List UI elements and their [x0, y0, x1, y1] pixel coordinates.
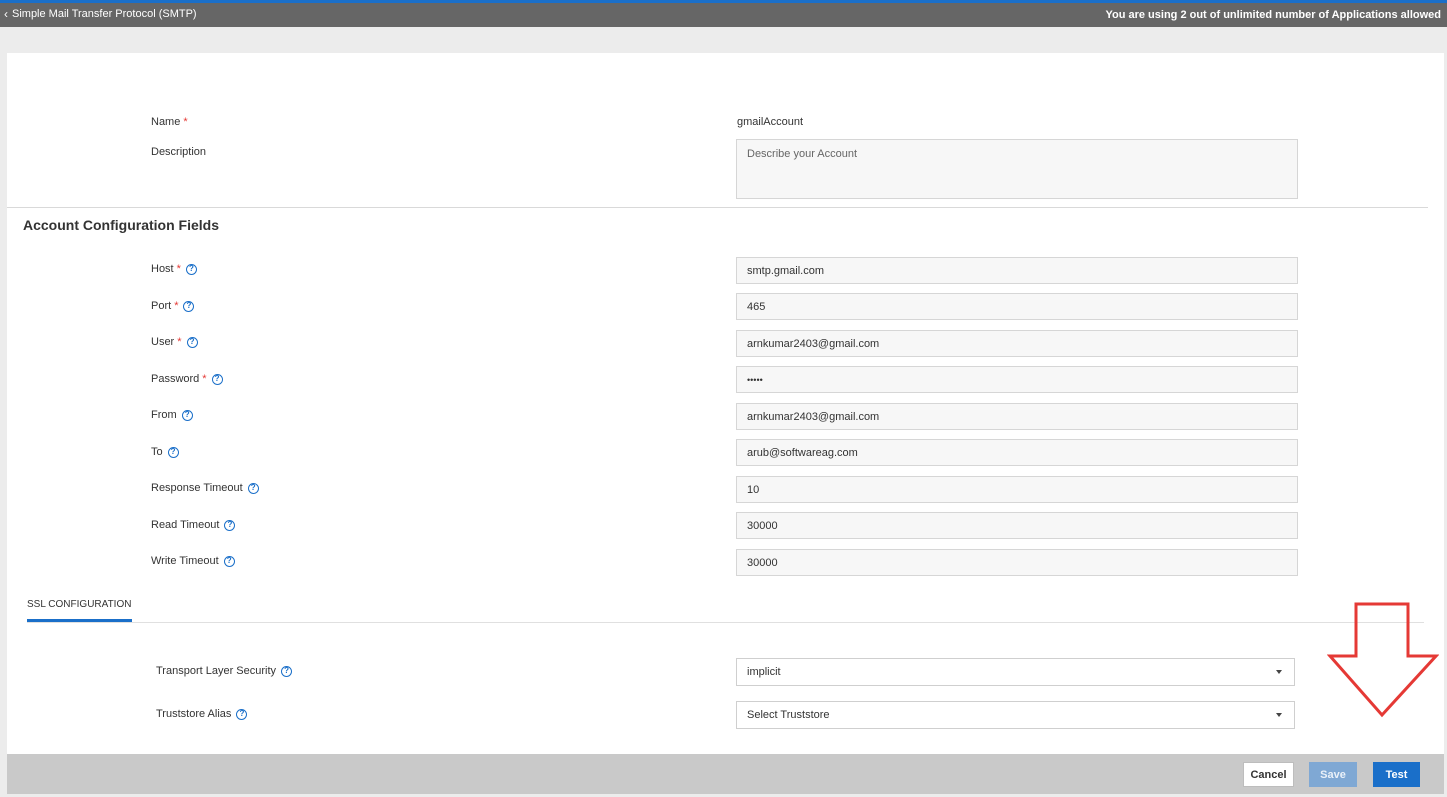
tab-divider — [27, 622, 1424, 623]
required-marker: * — [202, 373, 207, 385]
name-value: gmailAccount — [737, 116, 804, 128]
save-button[interactable]: Save — [1309, 762, 1357, 787]
help-circle-icon[interactable]: ? — [281, 665, 293, 677]
description-label: Description — [151, 146, 207, 158]
footer-bar: Cancel Save Test — [7, 754, 1444, 794]
test-button[interactable]: Test — [1373, 762, 1420, 787]
help-circle-icon[interactable]: ? — [186, 336, 198, 348]
required-marker: * — [176, 263, 181, 275]
port-label: Port * ? — [151, 300, 195, 312]
section-title: Account Configuration Fields — [23, 217, 219, 233]
account-form-panel: Name * gmailAccount Description Describe… — [7, 53, 1444, 754]
down-arrow-annotation — [1327, 602, 1439, 718]
help-circle-icon[interactable]: ? — [236, 708, 248, 720]
tab-ssl-configuration[interactable]: SSL CONFIGURATION — [27, 599, 131, 619]
help-circle-icon[interactable]: ? — [185, 263, 197, 275]
password-field[interactable]: ••••• — [736, 366, 1298, 393]
help-circle-icon[interactable]: ? — [211, 373, 223, 385]
required-marker: * — [183, 116, 188, 128]
cancel-button[interactable]: Cancel — [1243, 762, 1294, 787]
help-circle-icon[interactable]: ? — [223, 555, 235, 567]
required-marker: * — [177, 336, 182, 348]
response-timeout-label: Response Timeout ? — [151, 482, 259, 494]
required-marker: * — [174, 300, 179, 312]
from-field[interactable]: arnkumar2403@gmail.com — [736, 403, 1298, 430]
tls-label: Transport Layer Security ? — [156, 665, 293, 677]
help-circle-icon[interactable]: ? — [167, 446, 179, 458]
write-timeout-field[interactable]: 30000 — [736, 549, 1298, 576]
description-field[interactable]: Describe your Account — [736, 139, 1298, 199]
truststore-select[interactable]: Select Truststore — [736, 701, 1295, 729]
page-title: Simple Mail Transfer Protocol (SMTP) — [12, 8, 197, 20]
name-label: Name * — [151, 116, 188, 128]
help-circle-icon[interactable]: ? — [183, 300, 195, 312]
user-field[interactable]: arnkumar2403@gmail.com — [736, 330, 1298, 357]
header-bar: ‹ Simple Mail Transfer Protocol (SMTP) Y… — [0, 3, 1447, 27]
read-timeout-field[interactable]: 30000 — [736, 512, 1298, 539]
tls-select[interactable]: implicit — [736, 658, 1295, 686]
caret-down-icon — [1276, 670, 1282, 674]
back-link[interactable]: ‹ Simple Mail Transfer Protocol (SMTP) — [4, 8, 197, 20]
usage-notice: You are using 2 out of unlimited number … — [1105, 9, 1441, 21]
caret-down-icon — [1276, 713, 1282, 717]
from-label: From ? — [151, 409, 193, 421]
user-label: User * ? — [151, 336, 198, 348]
port-field[interactable]: 465 — [736, 293, 1298, 320]
write-timeout-label: Write Timeout ? — [151, 555, 235, 567]
host-field[interactable]: smtp.gmail.com — [736, 257, 1298, 284]
read-timeout-label: Read Timeout ? — [151, 519, 236, 531]
to-label: To ? — [151, 446, 179, 458]
help-circle-icon[interactable]: ? — [181, 409, 193, 421]
truststore-label: Truststore Alias ? — [156, 708, 248, 720]
response-timeout-field[interactable]: 10 — [736, 476, 1298, 503]
to-field[interactable]: arub@softwareag.com — [736, 439, 1298, 466]
help-circle-icon[interactable]: ? — [224, 519, 236, 531]
section-divider — [7, 207, 1428, 208]
chevron-left-icon: ‹ — [4, 7, 8, 21]
host-label: Host * ? — [151, 263, 197, 275]
help-circle-icon[interactable]: ? — [247, 482, 259, 494]
password-label: Password * ? — [151, 373, 223, 385]
